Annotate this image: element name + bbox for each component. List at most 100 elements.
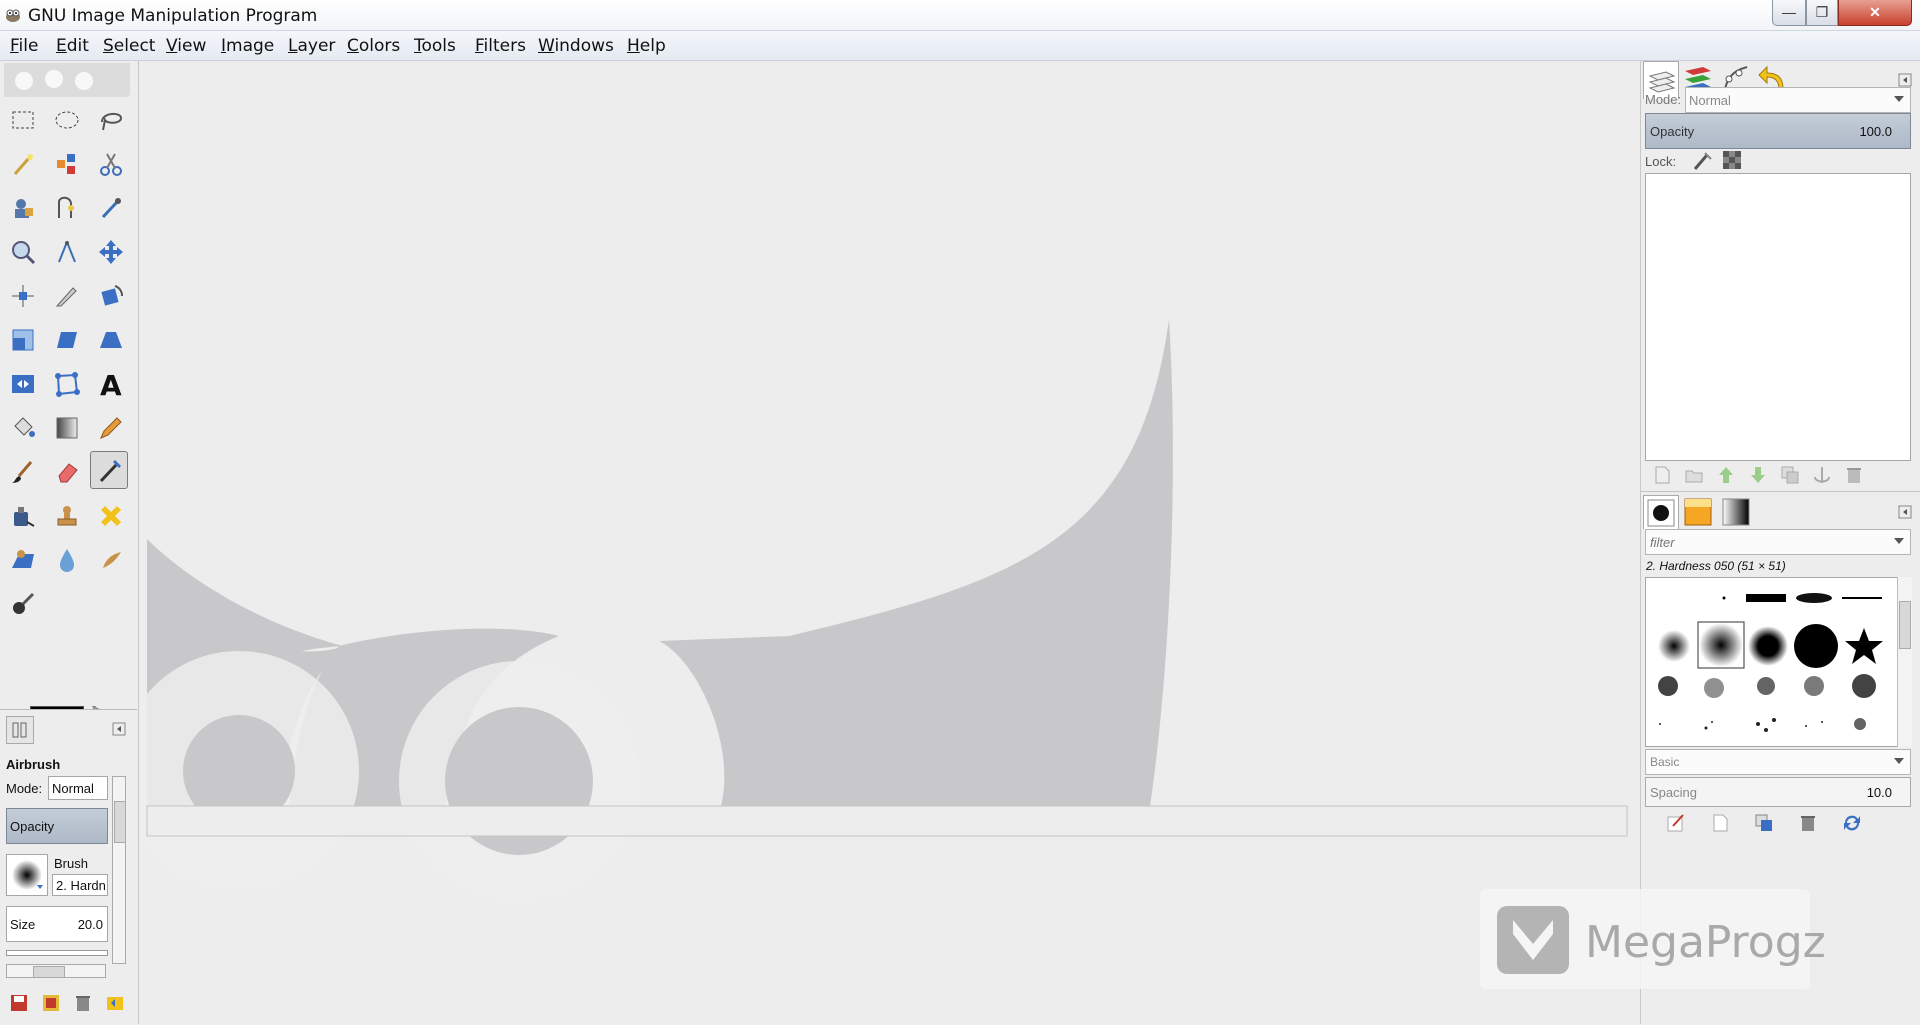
rect-select-tool[interactable]	[4, 101, 42, 139]
layers-panel-menu-icon[interactable]	[1898, 73, 1912, 87]
menu-layer[interactable]: Layer	[288, 36, 335, 56]
tab-gradients[interactable]	[1719, 495, 1755, 529]
scale-tool[interactable]	[4, 321, 42, 359]
brush-preview[interactable]	[6, 854, 48, 896]
brushes-grid[interactable]	[1645, 577, 1911, 747]
menu-colors[interactable]: Colors	[347, 36, 400, 56]
zoom-tool[interactable]	[4, 233, 42, 271]
brush-filter-input[interactable]: filter	[1645, 529, 1911, 555]
cage-transform-tool[interactable]	[48, 365, 86, 403]
layers-list[interactable]	[1645, 173, 1911, 461]
tab-patterns[interactable]	[1681, 495, 1717, 529]
clone-tool[interactable]	[48, 497, 86, 535]
lower-layer-icon[interactable]	[1747, 464, 1769, 486]
menu-image[interactable]: Image	[221, 36, 274, 56]
flip-tool[interactable]	[4, 365, 42, 403]
menu-help[interactable]: Help	[627, 36, 666, 56]
foreground-select-icon	[15, 199, 33, 218]
paths-tool[interactable]	[48, 189, 86, 227]
bucket-fill-tool[interactable]	[4, 409, 42, 447]
blur-sharpen-tool[interactable]	[48, 541, 86, 579]
tab-brushes[interactable]	[1643, 495, 1679, 529]
fuzzy-select-tool[interactable]	[4, 145, 42, 183]
paintbrush-tool[interactable]	[4, 453, 42, 491]
refresh-brushes-icon[interactable]	[1841, 812, 1863, 834]
layers-mode-value: Normal	[1689, 93, 1731, 108]
foreground-select-tool[interactable]	[4, 189, 42, 227]
airbrush-tool[interactable]	[90, 451, 128, 489]
menu-edit[interactable]: Edit	[56, 36, 89, 56]
close-button[interactable]: ✕	[1838, 0, 1912, 26]
brushes-panel-menu-icon[interactable]	[1898, 505, 1912, 519]
new-layer-icon[interactable]	[1651, 464, 1673, 486]
menu-filters[interactable]: Filters	[475, 36, 526, 56]
free-select-tool[interactable]	[92, 101, 130, 139]
menu-file[interactable]: File	[10, 36, 38, 56]
eraser-tool[interactable]	[48, 453, 86, 491]
color-select-icon	[57, 154, 75, 174]
menu-select[interactable]: Select	[103, 36, 155, 56]
menu-view[interactable]: View	[166, 36, 206, 56]
heal-tool[interactable]	[92, 497, 130, 535]
shear-tool[interactable]	[48, 321, 86, 359]
brush-name-field[interactable]: 2. Hardn	[52, 874, 108, 896]
options-scroll-thumb[interactable]	[114, 801, 126, 843]
raise-layer-icon[interactable]	[1715, 464, 1737, 486]
layers-mode-select[interactable]: Normal	[1685, 87, 1911, 113]
options-hscroll-thumb[interactable]	[33, 966, 65, 978]
text-tool[interactable]: A	[92, 365, 130, 403]
brush-preset-select[interactable]: Basic	[1645, 749, 1911, 775]
move-tool[interactable]	[92, 233, 130, 271]
new-layer-group-icon[interactable]	[1683, 464, 1705, 486]
align-tool[interactable]	[4, 277, 42, 315]
blend-tool[interactable]	[48, 409, 86, 447]
edit-brush-icon[interactable]	[1665, 812, 1687, 834]
delete-layer-icon[interactable]	[1843, 464, 1865, 486]
new-brush-icon[interactable]	[1709, 812, 1731, 834]
mode-select[interactable]: Normal	[48, 776, 108, 800]
perspective-clone-tool[interactable]	[4, 541, 42, 579]
ink-tool[interactable]	[4, 497, 42, 535]
anchor-layer-icon[interactable]	[1811, 464, 1833, 486]
ellipse-select-tool[interactable]	[48, 101, 86, 139]
minimize-button[interactable]: —	[1772, 0, 1806, 26]
menu-tools[interactable]: Tools	[414, 36, 456, 56]
perspective-tool[interactable]	[92, 321, 130, 359]
ink-bottle-icon	[14, 507, 35, 527]
wilber-drop-area[interactable]	[4, 63, 130, 97]
lock-alpha-icon[interactable]	[1721, 149, 1743, 171]
save-options-icon[interactable]	[8, 992, 30, 1014]
rotate-tool[interactable]	[92, 277, 130, 315]
spacing-slider[interactable]: Spacing 10.0	[1645, 777, 1911, 807]
maximize-button[interactable]: ❐	[1806, 0, 1838, 26]
dodge-burn-tool[interactable]	[4, 585, 42, 623]
brushes-scrollbar[interactable]	[1897, 577, 1912, 747]
image-canvas-area[interactable]	[139, 61, 1639, 1024]
reset-options-icon[interactable]	[104, 992, 126, 1014]
panel-menu-icon[interactable]	[112, 722, 126, 736]
duplicate-layer-icon[interactable]	[1779, 464, 1801, 486]
brushes-scroll-thumb[interactable]	[1899, 601, 1911, 649]
size-slider[interactable]: Size 20.0	[6, 906, 108, 942]
lock-pixels-icon[interactable]	[1691, 149, 1713, 171]
pencil-tool[interactable]	[92, 409, 130, 447]
color-picker-tool[interactable]	[92, 189, 130, 227]
airbrush-icon	[99, 459, 122, 483]
scissors-icon	[100, 153, 122, 176]
smudge-tool[interactable]	[92, 541, 130, 579]
color-select-tool[interactable]	[48, 145, 86, 183]
duplicate-brush-icon[interactable]	[1753, 812, 1775, 834]
menu-windows[interactable]: Windows	[538, 36, 614, 56]
scissors-select-tool[interactable]	[92, 145, 130, 183]
options-horizontal-scrollbar[interactable]	[6, 964, 106, 978]
options-vertical-scrollbar[interactable]	[112, 776, 126, 964]
layers-opacity-slider[interactable]: Opacity 100.0	[1645, 113, 1911, 149]
tool-options-tab[interactable]	[6, 716, 34, 744]
delete-options-icon[interactable]	[72, 992, 94, 1014]
aspect-slider-partial[interactable]	[6, 950, 108, 956]
measure-tool[interactable]	[48, 233, 86, 271]
crop-tool[interactable]	[48, 277, 86, 315]
delete-brush-icon[interactable]	[1797, 812, 1819, 834]
restore-options-icon[interactable]	[40, 992, 62, 1014]
opacity-slider[interactable]: Opacity	[6, 808, 108, 844]
